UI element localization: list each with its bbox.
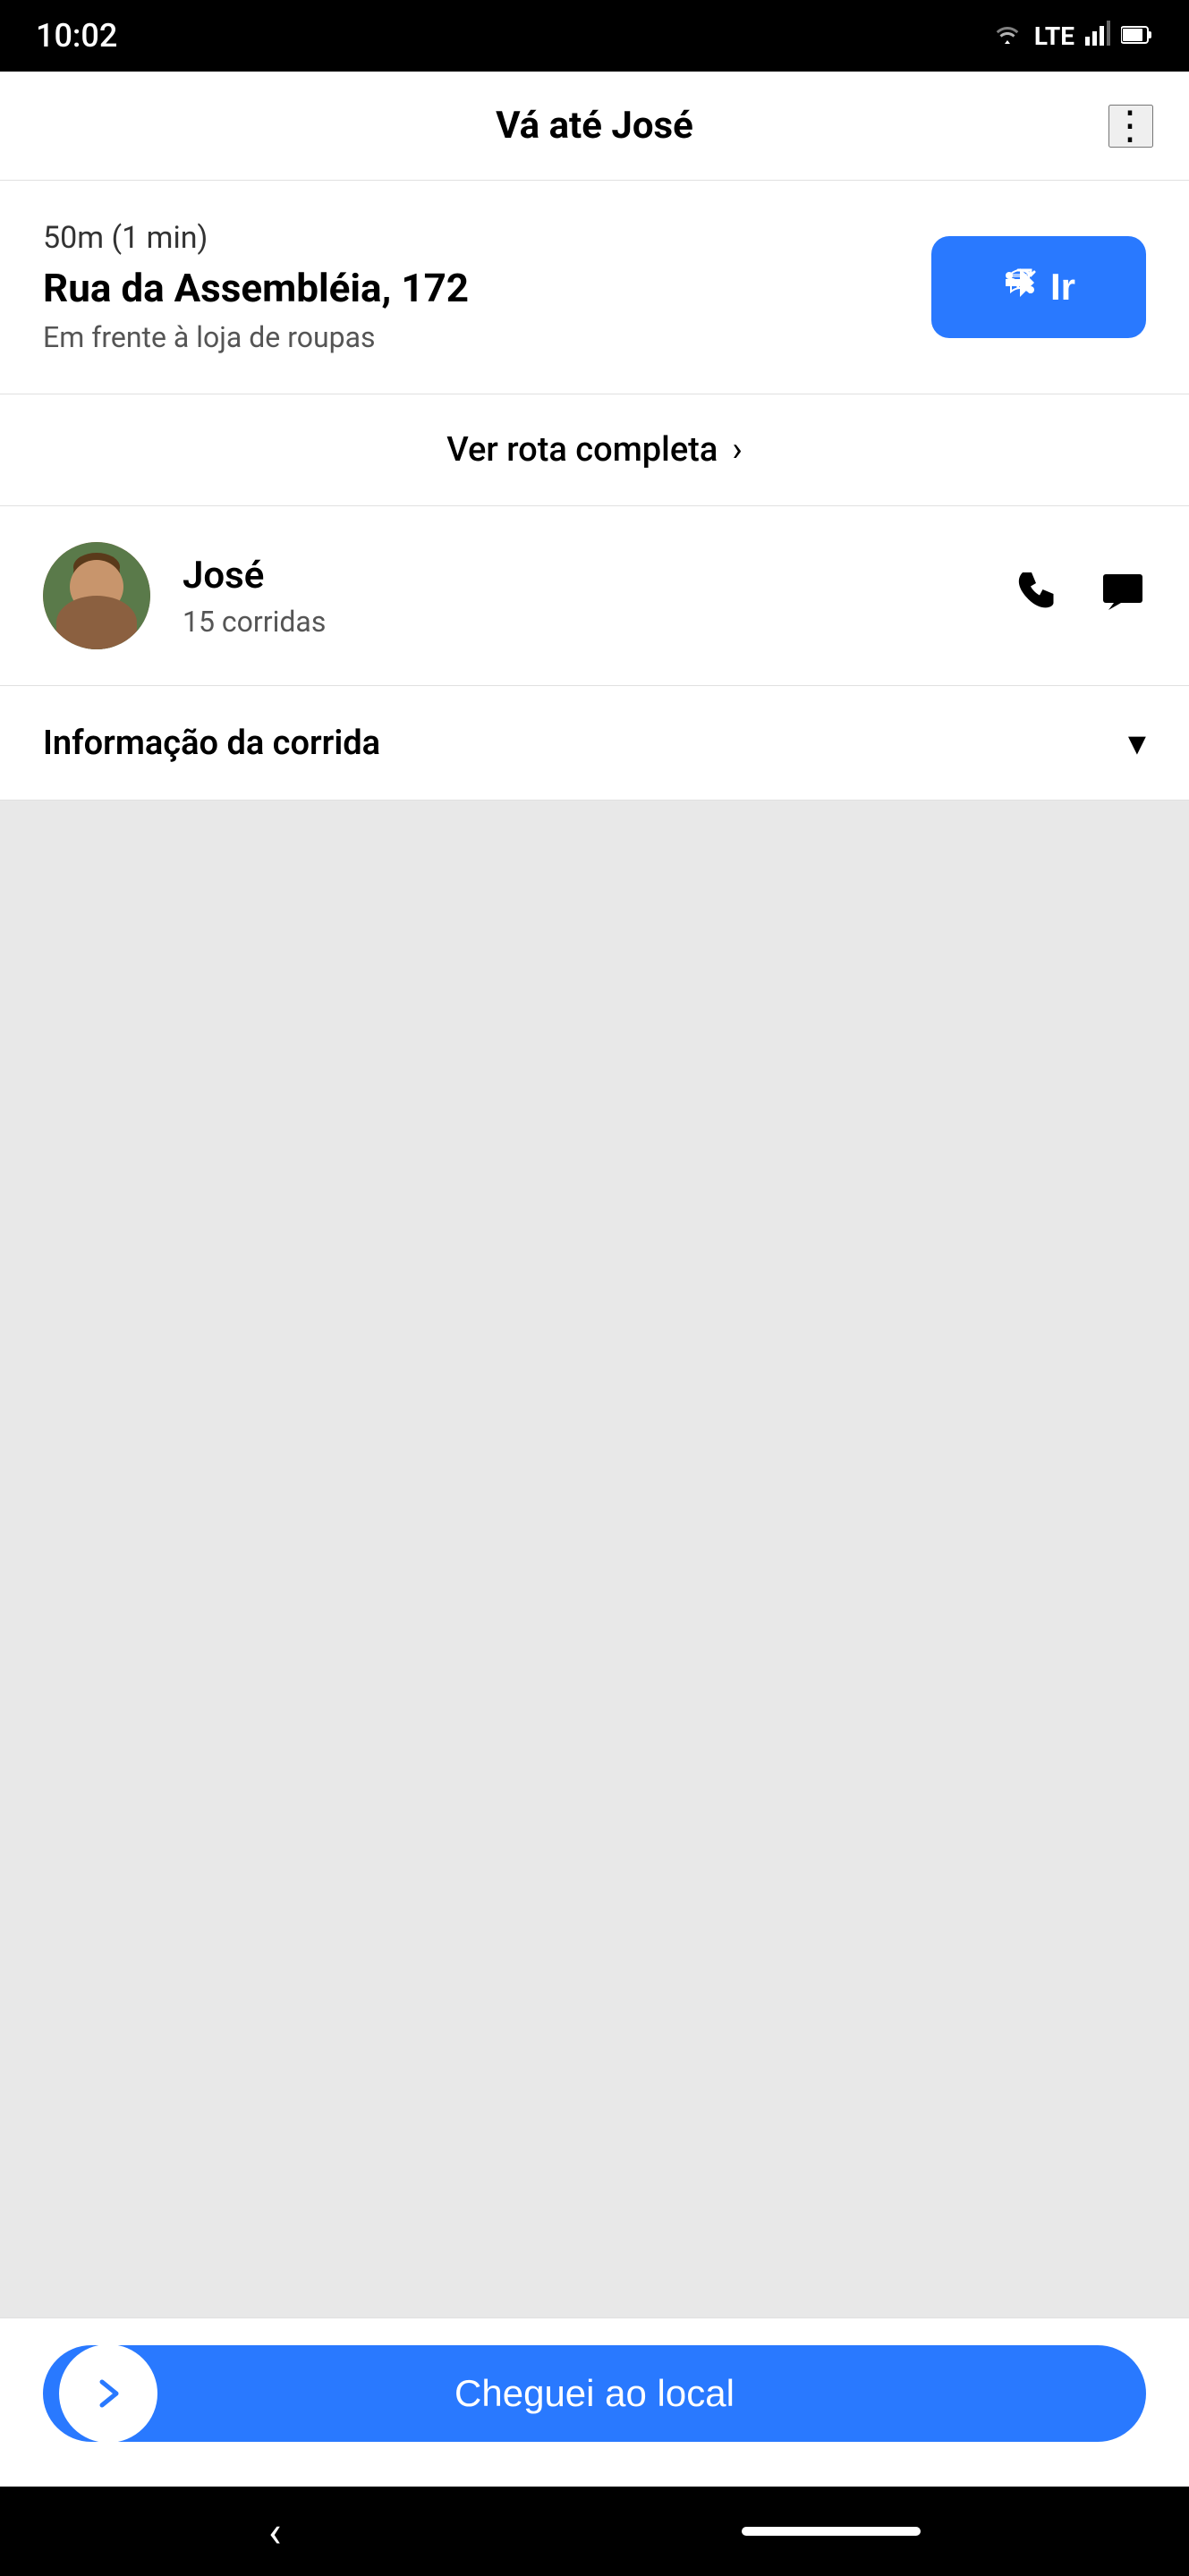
nav-info-text: 50m (1 min) Rua da Assembléia, 172 Em fr…	[43, 220, 931, 354]
contact-section: José 15 corridas	[0, 506, 1189, 686]
home-indicator[interactable]	[742, 2527, 921, 2536]
map-area	[0, 801, 1189, 2318]
bottom-section: Cheguei ao local	[0, 2318, 1189, 2487]
nav-hint: Em frente à loja de roupas	[43, 320, 931, 354]
status-icons: LTE	[991, 21, 1153, 52]
message-button[interactable]	[1100, 567, 1146, 624]
chegei-button[interactable]: Cheguei ao local	[43, 2345, 1146, 2442]
avatar-image	[43, 542, 150, 649]
chegei-label: Cheguei ao local	[454, 2372, 735, 2415]
signal-icon	[1085, 21, 1110, 52]
status-bar: 10:02 LTE	[0, 0, 1189, 72]
lte-label: LTE	[1034, 21, 1074, 51]
header-title: Vá até José	[496, 104, 693, 148]
contact-actions	[1014, 567, 1146, 624]
trip-info-section[interactable]: Informação da corrida ▾	[0, 686, 1189, 801]
trip-info-label: Informação da corrida	[43, 724, 380, 763]
back-button[interactable]: ‹	[268, 2506, 281, 2557]
phone-icon	[1014, 576, 1060, 623]
status-time: 10:02	[36, 17, 117, 55]
chevron-down-icon: ▾	[1128, 722, 1146, 764]
navigation-icon	[1002, 265, 1038, 309]
nav-info-section: 50m (1 min) Rua da Assembléia, 172 Em fr…	[0, 181, 1189, 394]
ver-rota-section[interactable]: Ver rota completa ›	[0, 394, 1189, 506]
bottom-nav: ‹	[0, 2487, 1189, 2576]
header-menu-button[interactable]: ⋮	[1108, 105, 1153, 148]
contact-rides: 15 corridas	[183, 605, 981, 639]
avatar	[43, 542, 150, 649]
call-button[interactable]	[1014, 567, 1060, 624]
chevron-right-icon: ›	[732, 430, 742, 470]
chegei-arrow-icon	[59, 2344, 157, 2443]
ver-rota-label: Ver rota completa	[446, 430, 718, 470]
nav-address: Rua da Assembléia, 172	[43, 265, 931, 311]
go-button[interactable]: Ir	[931, 236, 1146, 338]
message-icon	[1100, 576, 1146, 623]
contact-name: José	[183, 554, 981, 597]
nav-time-distance: 50m (1 min)	[43, 220, 931, 256]
go-button-label: Ir	[1050, 266, 1075, 309]
more-vertical-icon: ⋮	[1110, 104, 1151, 148]
header: Vá até José ⋮	[0, 72, 1189, 181]
battery-icon	[1121, 21, 1153, 51]
wifi-icon	[991, 21, 1023, 52]
contact-info: José 15 corridas	[183, 554, 981, 639]
app-content: Vá até José ⋮ 50m (1 min) Rua da Assembl…	[0, 72, 1189, 2487]
